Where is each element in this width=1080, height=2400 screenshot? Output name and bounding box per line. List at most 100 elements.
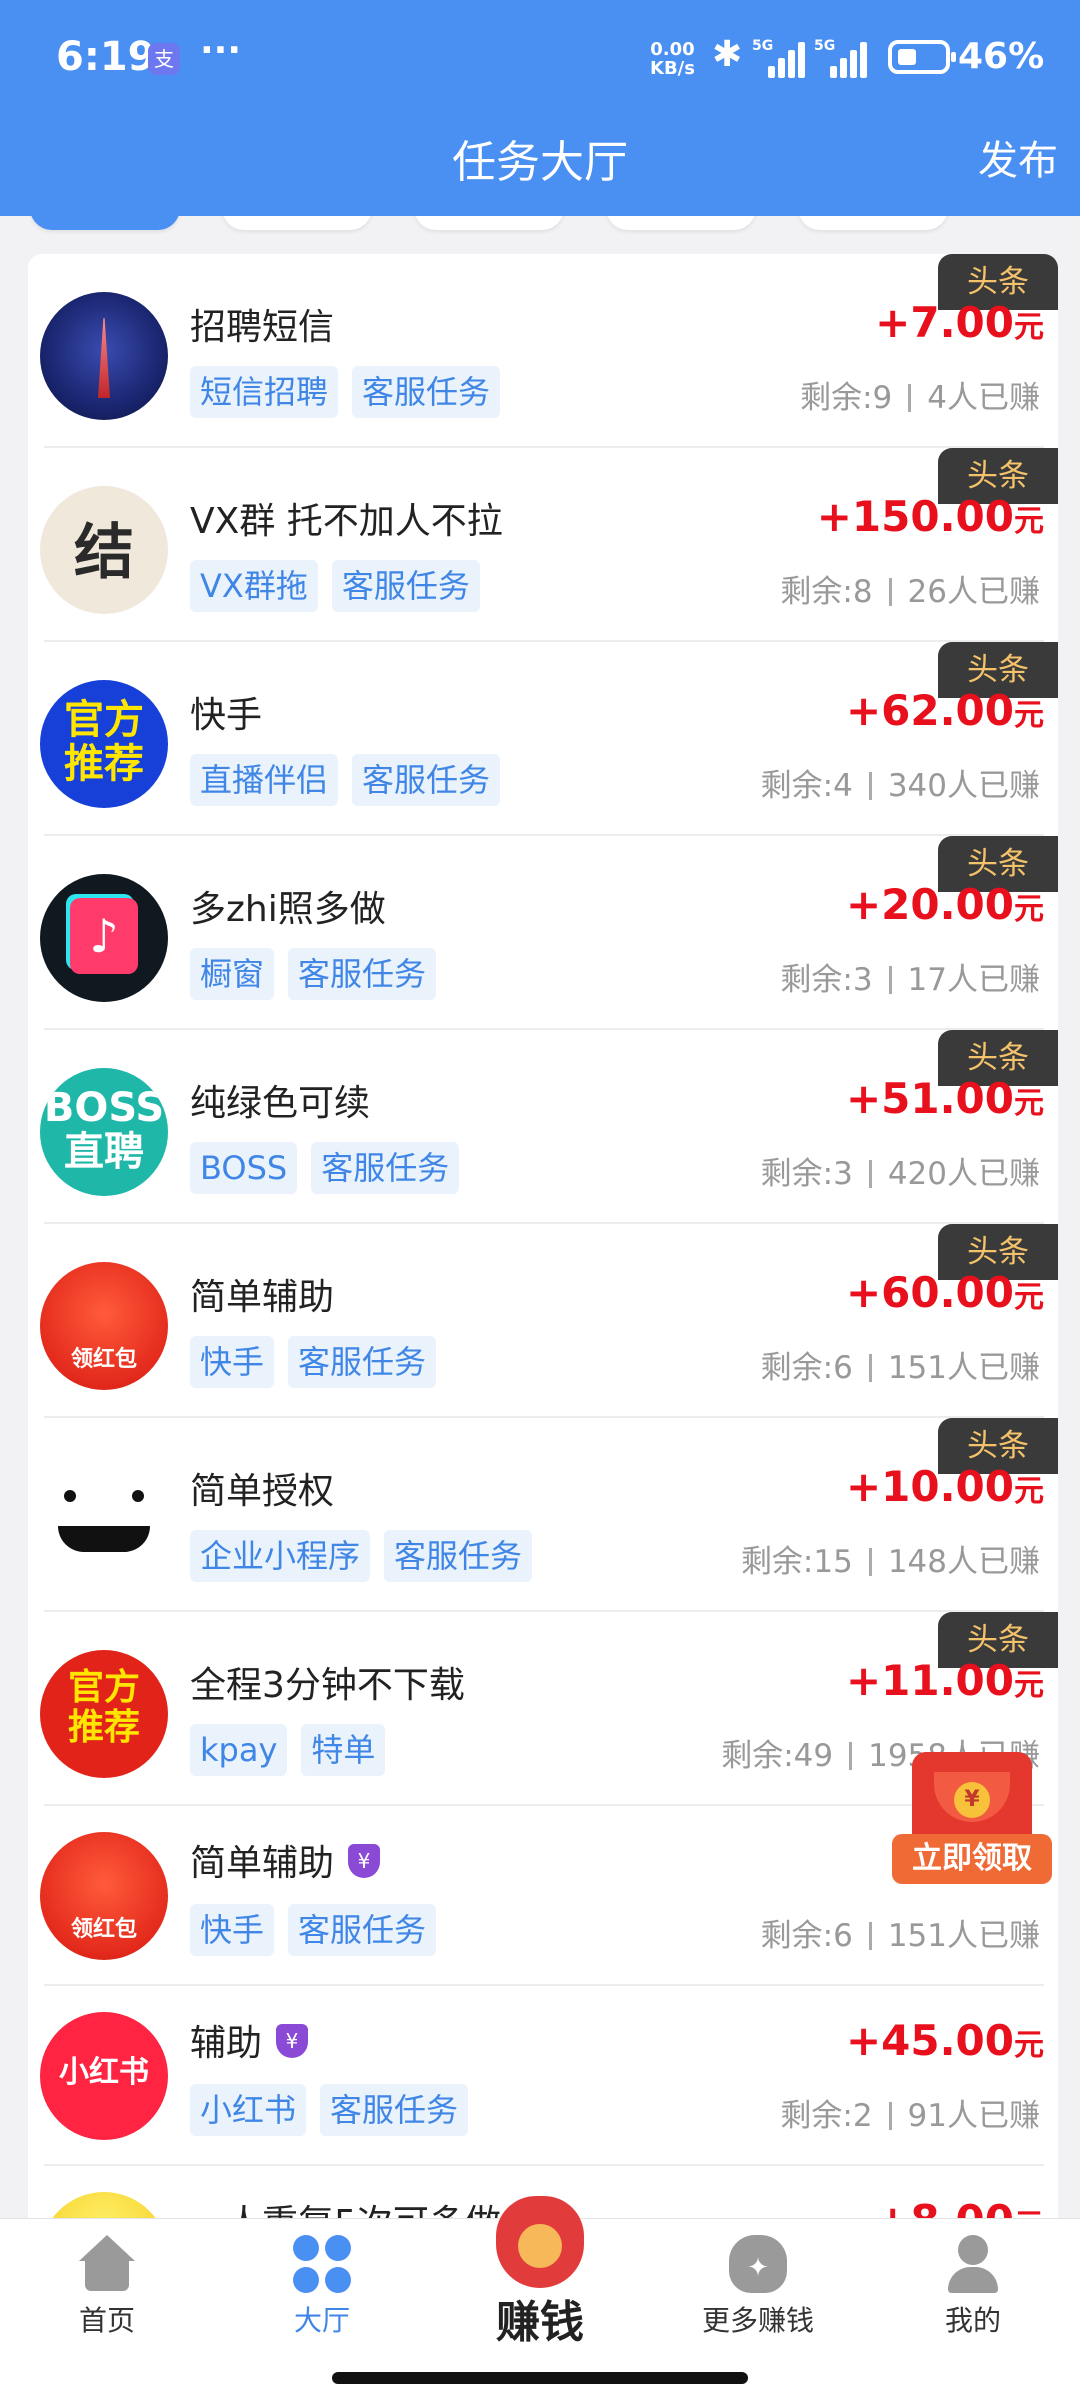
task-title-text: 简单授权	[190, 1471, 335, 1512]
task-tag[interactable]: 客服任务	[352, 754, 501, 806]
category-tab[interactable]	[798, 216, 948, 230]
task-tag[interactable]: 客服任务	[311, 1142, 460, 1194]
reward-amount: +62.00	[845, 686, 1014, 735]
task-tag[interactable]: 特单	[301, 1724, 386, 1776]
task-reward: +60.00元	[846, 1268, 1044, 1317]
task-title-text: 招聘短信	[190, 307, 335, 348]
task-avatar: 小红书	[40, 2012, 168, 2140]
earned-count: 420人已赚	[887, 1156, 1040, 1192]
task-row[interactable]: 招聘短信 短信招聘 客服任务 头条 +7.00元 剩余:9 4人已赚	[28, 254, 1058, 448]
task-tag[interactable]: 快手	[190, 1904, 275, 1956]
remaining-count: 剩余:9	[800, 380, 893, 416]
task-tags: BOSS 客服任务	[190, 1142, 473, 1194]
reward-amount: +60.00	[845, 1268, 1014, 1317]
remaining-count: 剩余:3	[760, 1156, 853, 1192]
reward-amount: +10.00	[845, 1462, 1014, 1511]
network-speed: 0.00 KB/s	[650, 39, 695, 79]
task-reward: +10.00元	[846, 1462, 1044, 1511]
task-tag[interactable]: 客服任务	[331, 560, 480, 612]
task-reward: +20.00元	[846, 880, 1044, 929]
reward-unit: 元	[1014, 1280, 1044, 1315]
task-tags: VX群拖 客服任务	[190, 560, 494, 612]
nav-home[interactable]: 首页	[27, 2235, 187, 2339]
task-tag[interactable]: 客服任务	[320, 2084, 469, 2136]
task-tag[interactable]: 企业小程序	[190, 1530, 371, 1582]
claim-now-label: 立即领取	[892, 1834, 1052, 1884]
stat-divider	[888, 965, 892, 994]
task-title: 招聘短信	[190, 298, 334, 350]
publish-button[interactable]: 发布	[978, 128, 1058, 186]
task-title-text: 辅助	[190, 2023, 263, 2064]
task-tag[interactable]: VX群拖	[190, 560, 318, 612]
grid-icon	[293, 2235, 351, 2293]
category-tab[interactable]	[30, 216, 180, 230]
task-stats: 剩余:2 91人已赚	[780, 2090, 1040, 2135]
task-tag[interactable]: kpay	[190, 1724, 288, 1776]
task-row[interactable]: BOSS 直聘 纯绿色可续 BOSS 客服任务 头条 +51.00元 剩余:3 420人已赚	[28, 1030, 1058, 1224]
task-title-text: 简单辅助	[190, 1277, 335, 1318]
nav-earn[interactable]: 赚钱	[470, 2196, 610, 2366]
remaining-count: 剩余:6	[760, 1350, 853, 1386]
avatar-text: 官方 推荐	[67, 1667, 140, 1748]
nav-mine[interactable]: 我的	[893, 2235, 1053, 2339]
task-tags: 短信招聘 客服任务	[190, 366, 514, 418]
bluetooth-icon: ✱	[712, 34, 743, 75]
task-tag[interactable]: 直播伴侣	[190, 754, 339, 806]
task-tag[interactable]: 客服任务	[288, 948, 437, 1000]
coin-icon: ¥	[954, 1782, 990, 1818]
avatar-text: BOSS 直聘	[43, 1085, 165, 1175]
category-tab[interactable]	[606, 216, 756, 230]
task-tag[interactable]: 短信招聘	[190, 366, 339, 418]
remaining-count: 剩余:2	[780, 2098, 873, 2134]
task-row[interactable]: 领红包 简单辅助 快手 客服任务 头条 +60.00元 剩余:6 151人已赚	[28, 1224, 1058, 1418]
app-header: 6:19 支 ··· 0.00 KB/s ✱ 5G 5G 46% 任务大厅 发布	[0, 0, 1080, 216]
task-title-text: VX群 托不加人不拉	[190, 501, 503, 542]
home-indicator[interactable]	[332, 2372, 748, 2384]
earned-count: 151人已赚	[887, 1350, 1040, 1386]
task-list: 招聘短信 短信招聘 客服任务 头条 +7.00元 剩余:9 4人已赚结 VX群 托不加人不拉 V…	[28, 254, 1058, 2400]
stat-divider	[868, 771, 872, 800]
task-tags: kpay 特单	[190, 1724, 399, 1776]
category-tab[interactable]	[222, 216, 372, 230]
task-tags: 直播伴侣 客服任务	[190, 754, 514, 806]
task-stats: 剩余:3 420人已赚	[761, 1148, 1040, 1193]
task-stats: 剩余:6 151人已赚	[761, 1910, 1040, 1955]
nav-hall[interactable]: 大厅	[242, 2235, 402, 2339]
reward-unit: 元	[1014, 892, 1044, 927]
task-avatar: 结	[40, 486, 168, 614]
task-tag[interactable]: 橱窗	[190, 948, 275, 1000]
task-row[interactable]: 小红书 辅助 ¥ 小红书 客服任务 +45.00元 剩余:2 91人已赚	[28, 1986, 1058, 2166]
task-reward: +51.00元	[846, 1074, 1044, 1123]
more-notifications-icon: ···	[200, 30, 242, 71]
earned-count: 26人已赚	[907, 574, 1040, 610]
task-tag[interactable]: 客服任务	[288, 1336, 437, 1388]
tiktok-icon: ♪	[70, 898, 138, 974]
nav-more-earn[interactable]: ✦ 更多赚钱	[678, 2235, 838, 2339]
earned-count: 4人已赚	[927, 380, 1040, 416]
stat-divider	[868, 1547, 872, 1576]
task-row[interactable]: 简单授权 企业小程序 客服任务 头条 +10.00元 剩余:15 148人已赚	[28, 1418, 1058, 1612]
task-tag[interactable]: 客服任务	[384, 1530, 533, 1582]
remaining-count: 剩余:4	[760, 768, 853, 804]
task-tags: 快手 客服任务	[190, 1336, 450, 1388]
red-envelope-promo[interactable]: ¥ 立即领取	[892, 1752, 1052, 1892]
task-row[interactable]: 结 VX群 托不加人不拉 VX群拖 客服任务 头条 +150.00元 剩余:8 26人已赚	[28, 448, 1058, 642]
verified-badge-icon: ¥	[276, 2024, 309, 2058]
task-row[interactable]: 官方 推荐 快手 直播伴侣 客服任务 头条 +62.00元 剩余:4 340人已赚	[28, 642, 1058, 836]
category-tab[interactable]	[414, 216, 564, 230]
task-tag[interactable]: 快手	[190, 1336, 275, 1388]
earned-count: 151人已赚	[887, 1918, 1040, 1954]
task-tags: 快手 客服任务	[190, 1904, 450, 1956]
reward-unit: 元	[1014, 2028, 1044, 2063]
remaining-count: 剩余:8	[780, 574, 873, 610]
task-tag[interactable]: BOSS	[190, 1142, 298, 1194]
task-tag[interactable]: 客服任务	[288, 1904, 437, 1956]
remaining-count: 剩余:15	[740, 1544, 853, 1580]
task-avatar: ♪	[40, 874, 168, 1002]
reward-unit: 元	[1014, 310, 1044, 345]
task-tag[interactable]: 小红书	[190, 2084, 307, 2136]
task-tag[interactable]: 客服任务	[352, 366, 501, 418]
earned-count: 148人已赚	[887, 1544, 1040, 1580]
smile-face-icon	[50, 1486, 158, 1556]
task-row[interactable]: ♪ 多zhi照多做 橱窗 客服任务 头条 +20.00元 剩余:3 17人已赚	[28, 836, 1058, 1030]
